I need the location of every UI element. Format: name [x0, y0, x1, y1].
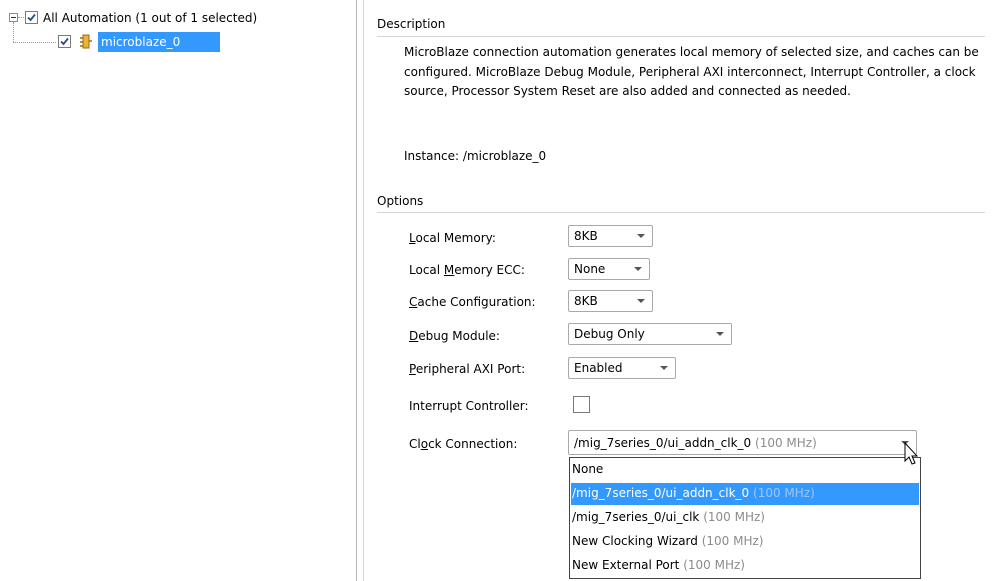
- automation-tree: All Automation (1 out of 1 selected) mic…: [0, 0, 356, 581]
- options-header: Options: [377, 194, 424, 208]
- all-automation-label[interactable]: All Automation (1 out of 1 selected): [43, 11, 257, 25]
- dropdown-option-none[interactable]: None: [571, 459, 919, 481]
- local-memory-value: 8KB: [574, 229, 598, 243]
- cache-configuration-select[interactable]: 8KB: [568, 290, 653, 312]
- description-text: MicroBlaze connection automation generat…: [404, 45, 979, 98]
- chevron-down-icon: [637, 234, 645, 238]
- clock-connection-label: Clock Connection:: [409, 437, 518, 451]
- microblaze-checkbox[interactable]: [58, 35, 71, 48]
- peripheral-axi-port-select[interactable]: Enabled: [568, 357, 676, 379]
- cache-configuration-value: 8KB: [574, 294, 598, 308]
- local-memory-ecc-value: None: [574, 262, 606, 276]
- options-separator: [377, 212, 985, 213]
- automation-details-panel: Description MicroBlaze connection automa…: [364, 0, 998, 581]
- local-memory-select[interactable]: 8KB: [568, 225, 653, 247]
- instance-label: Instance: /microblaze_0: [404, 149, 547, 163]
- dropdown-option-new-external-port[interactable]: New External Port (100 MHz): [571, 555, 919, 577]
- collapse-icon[interactable]: [9, 13, 18, 22]
- interrupt-controller-checkbox[interactable]: [573, 396, 590, 413]
- tree-connector: [18, 17, 24, 18]
- dropdown-option-ui-addn-clk-0[interactable]: /mig_7series_0/ui_addn_clk_0 (100 MHz): [571, 483, 919, 505]
- ip-block-icon: [79, 34, 93, 52]
- clock-connection-dropdown: None /mig_7series_0/ui_addn_clk_0 (100 M…: [569, 457, 921, 579]
- mouse-pointer-icon: [904, 441, 919, 469]
- peripheral-axi-port-value: Enabled: [574, 361, 623, 375]
- debug-module-select[interactable]: Debug Only: [568, 323, 732, 345]
- local-memory-ecc-label: Local Memory ECC:: [409, 263, 525, 277]
- microblaze-label[interactable]: microblaze_0: [101, 35, 180, 49]
- dropdown-option-ui-clk[interactable]: /mig_7series_0/ui_clk (100 MHz): [571, 507, 919, 529]
- local-memory-ecc-select[interactable]: None: [568, 258, 650, 280]
- debug-module-value: Debug Only: [574, 327, 645, 341]
- description-separator: [377, 36, 985, 37]
- description-header: Description: [377, 17, 446, 31]
- chevron-down-icon: [637, 299, 645, 303]
- all-automation-checkbox[interactable]: [25, 11, 38, 24]
- clock-connection-value: /mig_7series_0/ui_addn_clk_0 (100 MHz): [574, 436, 817, 450]
- tree-connector: [13, 42, 56, 43]
- tree-connector: [13, 22, 14, 42]
- cache-configuration-label: Cache Configuration:: [409, 295, 536, 309]
- debug-module-label: Debug Module:: [409, 329, 500, 343]
- peripheral-axi-port-label: Peripheral AXI Port:: [409, 362, 526, 376]
- dropdown-option-new-clocking-wizard[interactable]: New Clocking Wizard (100 MHz): [571, 531, 919, 553]
- interrupt-controller-label: Interrupt Controller:: [409, 399, 529, 413]
- chevron-down-icon: [660, 366, 668, 370]
- local-memory-label: Local Memory:: [409, 231, 496, 245]
- chevron-down-icon: [716, 332, 724, 336]
- clock-connection-select[interactable]: /mig_7series_0/ui_addn_clk_0 (100 MHz): [568, 430, 917, 455]
- panel-splitter[interactable]: [356, 0, 357, 581]
- chevron-down-icon: [634, 267, 642, 271]
